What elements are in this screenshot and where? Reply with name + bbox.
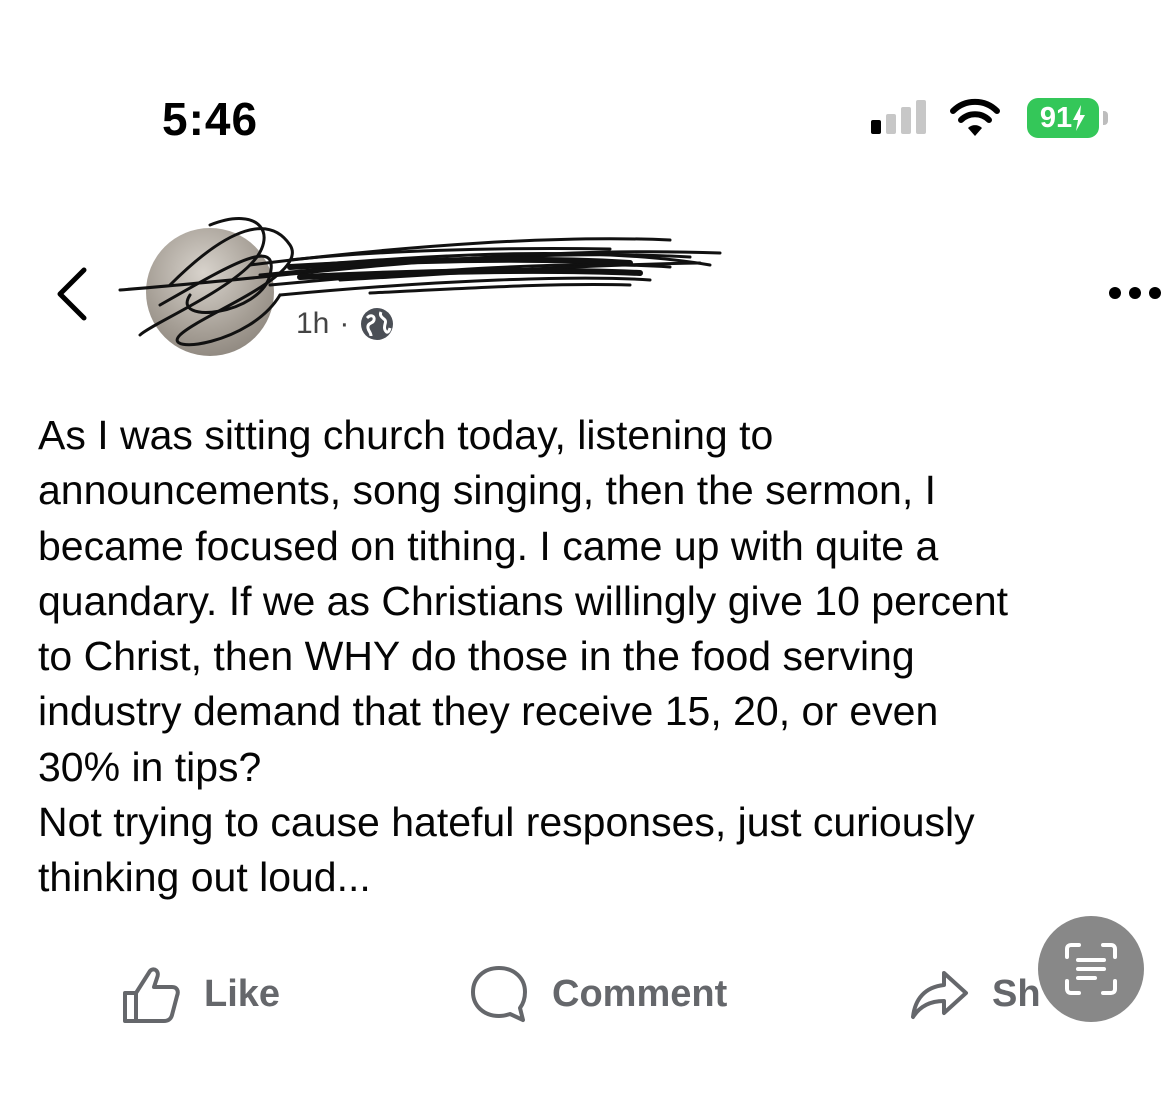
status-time: 5:46 [162,93,259,145]
share-arrow-icon [911,971,968,1019]
post-meta: 1h · [296,306,395,342]
more-horizontal-icon[interactable] [1105,283,1163,303]
share-button[interactable]: Sh [908,960,1041,1028]
battery-cap [1103,111,1108,125]
post-timestamp[interactable]: 1h [296,307,329,341]
like-button[interactable]: Like [120,960,280,1028]
live-text-scan-icon [1065,943,1117,995]
thumbs-up-icon [123,967,180,1023]
comment-bubble-icon [471,966,527,1022]
cellular-signal-icon [871,100,926,134]
meta-separator: · [339,307,350,340]
charging-bolt-icon [1073,105,1086,131]
post-text: As I was sitting church today, listening… [38,412,1009,901]
battery-indicator: 91 [1027,98,1099,138]
like-label: Like [204,972,281,1015]
globe-icon [361,308,394,340]
chevron-left-icon[interactable] [50,262,94,326]
wifi-icon [950,98,1000,136]
share-label: Sh [992,972,1041,1015]
live-text-button[interactable] [1038,916,1144,1022]
redaction-scribble [118,217,722,347]
comment-button[interactable]: Comment [468,960,727,1028]
comment-label: Comment [552,972,728,1015]
battery-level: 91 [1039,101,1073,134]
